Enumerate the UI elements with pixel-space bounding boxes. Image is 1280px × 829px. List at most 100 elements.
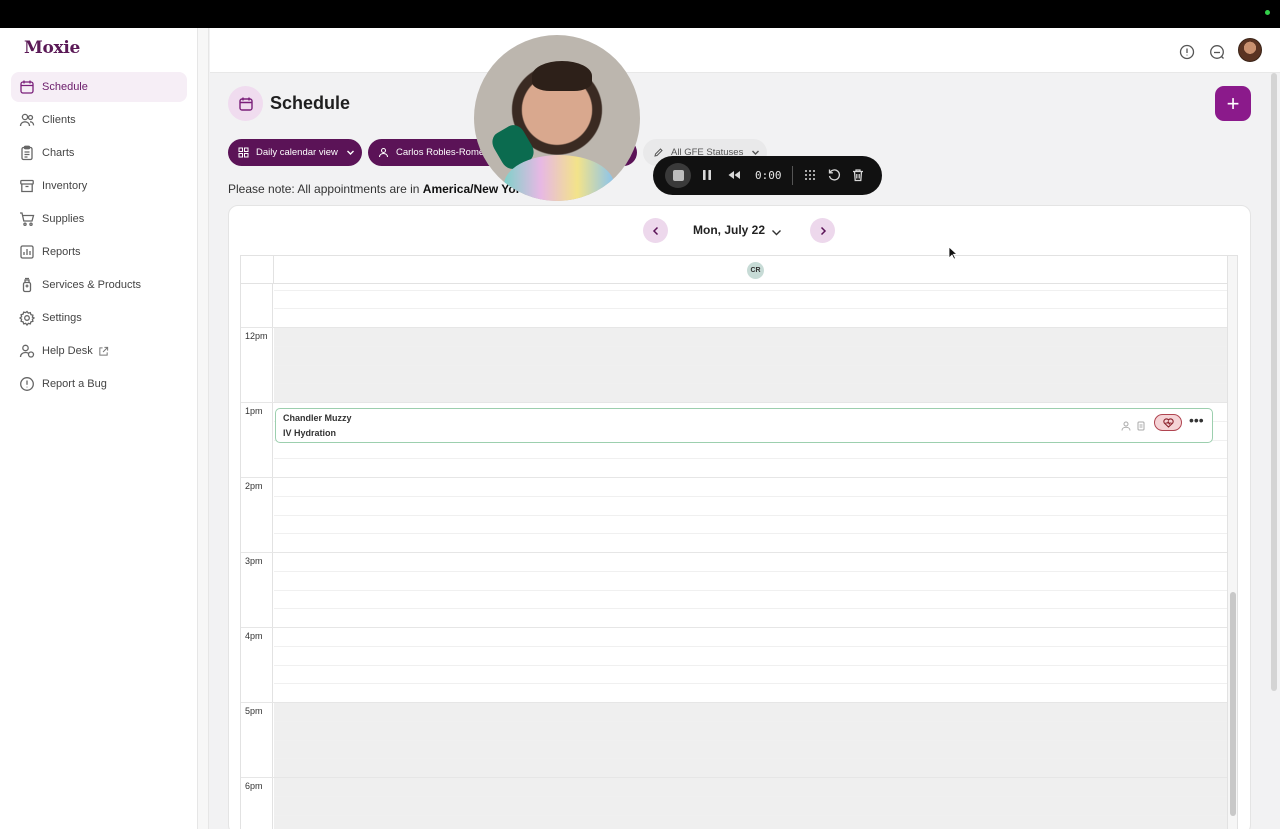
timezone-note: Please note: All appointments are in Ame… <box>228 182 520 196</box>
hour-line <box>241 402 1227 403</box>
grid-view-icon <box>238 147 249 158</box>
quarter-hour-line <box>274 290 1227 291</box>
more-options-icon[interactable]: ••• <box>1189 412 1204 428</box>
mouse-cursor-icon <box>948 246 958 260</box>
webcam-hair <box>532 61 592 91</box>
document-icon <box>1136 418 1146 431</box>
appointment-card[interactable]: Chandler Muzzy IV Hydration ••• <box>275 408 1213 443</box>
time-label: 1pm <box>245 406 263 416</box>
appointment-service: IV Hydration <box>283 428 337 438</box>
user-avatar[interactable] <box>1238 38 1262 62</box>
sidebar-item-label: Inventory <box>42 180 88 192</box>
control-divider <box>792 166 793 185</box>
chevron-down-icon[interactable] <box>771 225 782 236</box>
quarter-hour-line <box>274 533 1227 534</box>
quarter-hour-line <box>274 646 1227 647</box>
time-label: 3pm <box>245 556 263 566</box>
users-icon <box>19 112 35 128</box>
sidebar-item-label: Clients <box>42 114 76 126</box>
restart-icon[interactable] <box>827 168 841 182</box>
bottle-icon <box>19 277 35 293</box>
sidebar-item-label: Help Desk <box>42 345 93 357</box>
app-logo[interactable]: Moxie <box>24 38 80 58</box>
sidebar-item-label: Supplies <box>42 213 85 225</box>
recording-indicator <box>1265 10 1270 15</box>
chat-icon[interactable] <box>1209 44 1225 60</box>
hour-line <box>241 552 1227 553</box>
sidebar-item-label: Charts <box>42 147 75 159</box>
quarter-hour-line <box>274 346 1227 347</box>
page-scrollbar[interactable] <box>1271 73 1277 691</box>
quarter-hour-line <box>274 740 1227 741</box>
gear-icon <box>19 310 35 326</box>
column-divider <box>273 256 274 284</box>
quarter-hour-line <box>274 571 1227 572</box>
sidebar-item-report-bug[interactable]: Report a Bug <box>11 369 187 399</box>
quarter-hour-line <box>274 608 1227 609</box>
current-date[interactable]: Mon, July 22 <box>693 223 765 237</box>
chevron-down-icon <box>346 148 355 157</box>
sidebar-item-help-desk[interactable]: Help Desk <box>11 336 187 366</box>
quarter-hour-line <box>274 515 1227 516</box>
schedule-title-icon <box>228 86 263 121</box>
sidebar-item-label: Reports <box>42 246 81 258</box>
quarter-hour-line <box>274 308 1227 309</box>
top-header <box>210 28 1280 73</box>
grid-icon[interactable] <box>803 168 817 182</box>
time-label: 6pm <box>245 781 263 791</box>
sidebar-item-inventory[interactable]: Inventory <box>11 171 187 201</box>
hour-line <box>241 327 1227 328</box>
sidebar-nav: Schedule Clients Charts Inventory Suppli… <box>11 72 187 402</box>
previous-day-button[interactable] <box>643 218 668 243</box>
sidebar-item-schedule[interactable]: Schedule <box>11 72 187 102</box>
sidebar-item-reports[interactable]: Reports <box>11 237 187 267</box>
rewind-icon[interactable] <box>727 168 741 182</box>
recording-time: 0:00 <box>755 169 782 182</box>
calendar-view-label: Daily calendar view <box>256 147 338 158</box>
hour-line <box>241 627 1227 628</box>
cart-icon <box>19 211 35 227</box>
calendar-view-select[interactable]: Daily calendar view <box>228 139 362 166</box>
webcam-preview[interactable] <box>474 35 640 201</box>
hour-line <box>241 702 1227 703</box>
person-icon <box>378 147 389 158</box>
sidebar-item-charts[interactable]: Charts <box>11 138 187 168</box>
add-appointment-button[interactable]: + <box>1215 86 1251 121</box>
help-person-icon <box>19 343 35 359</box>
sidebar-item-supplies[interactable]: Supplies <box>11 204 187 234</box>
pause-icon[interactable] <box>700 168 714 182</box>
external-link-icon <box>98 346 109 357</box>
archive-icon <box>19 178 35 194</box>
provider-badge[interactable]: CR <box>747 262 764 279</box>
quarter-hour-line <box>274 383 1227 384</box>
time-column: 12pm 1pm 2pm 3pm 4pm 5pm 6pm <box>241 284 273 829</box>
info-icon[interactable] <box>1179 44 1195 60</box>
trash-icon[interactable] <box>851 168 865 182</box>
recording-controls: 0:00 <box>653 156 882 195</box>
sidebar-item-clients[interactable]: Clients <box>11 105 187 135</box>
next-day-button[interactable] <box>810 218 835 243</box>
screen-recorder-top-bar <box>0 0 1280 28</box>
calendar-scrollbar[interactable] <box>1230 592 1236 816</box>
date-navigator: Mon, July 22 <box>643 218 835 243</box>
stop-icon[interactable] <box>665 163 691 188</box>
time-label: 12pm <box>245 331 268 341</box>
calendar-icon <box>19 79 35 95</box>
quarter-hour-line <box>274 758 1227 759</box>
pencil-icon <box>653 147 664 158</box>
heart-status-icon[interactable] <box>1154 414 1182 431</box>
sidebar-item-label: Services & Products <box>42 279 142 291</box>
quarter-hour-line <box>274 815 1227 816</box>
sidebar-item-services-products[interactable]: Services & Products <box>11 270 187 300</box>
sidebar-item-label: Settings <box>42 312 82 324</box>
sidebar-divider <box>198 28 209 829</box>
quarter-hour-line <box>274 365 1227 366</box>
quarter-hour-line <box>274 665 1227 666</box>
quarter-hour-line <box>274 683 1227 684</box>
timezone-note-prefix: Please note: All appointments are in <box>228 182 423 196</box>
sidebar-item-settings[interactable]: Settings <box>11 303 187 333</box>
page-title: Schedule <box>270 93 351 113</box>
appointment-client: Chandler Muzzy <box>283 413 352 423</box>
clipboard-icon <box>19 145 35 161</box>
sidebar: Moxie Schedule Clients Charts Inventory … <box>0 28 198 829</box>
